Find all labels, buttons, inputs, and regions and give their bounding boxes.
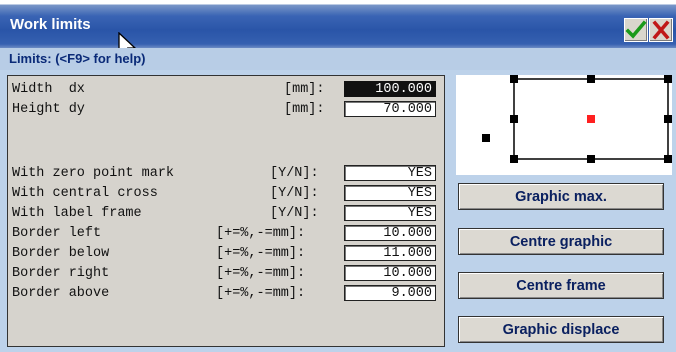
central-cross-input[interactable]: YES (344, 185, 436, 201)
handle-top-center[interactable] (587, 75, 595, 83)
handle-bottom-right[interactable] (664, 155, 672, 163)
field-border-left: Border left [+=%,-=mm]: 10.000 (8, 224, 444, 244)
height-input[interactable]: 70.000 (344, 101, 436, 117)
border-left-input[interactable]: 10.000 (344, 225, 436, 241)
help-hint: Limits: (<F9> for help) (9, 51, 146, 66)
field-height: Height dy [mm]: 70.000 (8, 100, 444, 120)
limits-form: Width dx [mm]: 100.000 Height dy [mm]: 7… (7, 75, 445, 347)
field-label: With zero point mark (12, 166, 175, 181)
field-zero-point-mark: With zero point mark [Y/N]: YES (8, 164, 444, 184)
zero-point-mark-input[interactable]: YES (344, 165, 436, 181)
field-border-right: Border right [+=%,-=mm]: 10.000 (8, 264, 444, 284)
dialog-body: Width dx [mm]: 100.000 Height dy [mm]: 7… (0, 70, 676, 352)
frame-preview (456, 75, 672, 175)
center-marker[interactable] (587, 115, 595, 123)
field-border-above: Border above [+=%,-=mm]: 9.000 (8, 284, 444, 304)
field-label: Height dy (12, 102, 85, 117)
help-hint-bar: Limits: (<F9> for help) (0, 48, 676, 70)
graphic-displace-button[interactable]: Graphic displace (458, 316, 664, 343)
centre-frame-button[interactable]: Centre frame (458, 272, 664, 299)
handle-top-left[interactable] (510, 75, 518, 83)
field-unit: [Y/N]: (270, 186, 319, 201)
centre-graphic-button[interactable]: Centre graphic (458, 228, 664, 255)
handle-bottom-center[interactable] (587, 155, 595, 163)
title-bar[interactable]: Work limits (0, 0, 676, 60)
field-label: Width dx (12, 82, 85, 97)
frame-preview-graphic (482, 75, 672, 163)
field-label-frame: With label frame [Y/N]: YES (8, 204, 444, 224)
label-frame-input[interactable]: YES (344, 205, 436, 221)
field-unit: [mm]: (284, 82, 325, 97)
field-unit: [+=%,-=mm]: (216, 286, 306, 301)
field-central-cross: With central cross [Y/N]: YES (8, 184, 444, 204)
field-border-below: Border below [+=%,-=mm]: 11.000 (8, 244, 444, 264)
width-input[interactable]: 100.000 (344, 81, 436, 97)
handle-top-right[interactable] (664, 75, 672, 83)
field-unit: [mm]: (284, 102, 325, 117)
border-below-input[interactable]: 11.000 (344, 245, 436, 261)
field-label: With label frame (12, 206, 142, 221)
window-title: Work limits (10, 16, 91, 33)
field-unit: [Y/N]: (270, 166, 319, 181)
field-label: Border right (12, 266, 110, 281)
field-unit: [Y/N]: (270, 206, 319, 221)
field-label: Border above (12, 286, 110, 301)
field-label: With central cross (12, 186, 158, 201)
border-right-input[interactable]: 10.000 (344, 265, 436, 281)
zero-point-marker[interactable] (482, 134, 490, 142)
work-limits-dialog: Work limits Limits: (<F9> for help) Widt… (0, 0, 676, 352)
field-label: Border left (12, 226, 102, 241)
border-above-input[interactable]: 9.000 (344, 285, 436, 301)
field-unit: [+=%,-=mm]: (216, 246, 306, 261)
graphic-max-button[interactable]: Graphic max. (458, 183, 664, 210)
field-width: Width dx [mm]: 100.000 (8, 80, 444, 100)
close-button[interactable] (649, 18, 673, 42)
handle-middle-right[interactable] (664, 115, 672, 123)
ok-button[interactable] (624, 18, 648, 42)
field-unit: [+=%,-=mm]: (216, 226, 306, 241)
field-label: Border below (12, 246, 110, 261)
close-icon (652, 20, 670, 40)
field-unit: [+=%,-=mm]: (216, 266, 306, 281)
handle-middle-left[interactable] (510, 115, 518, 123)
checkmark-icon (625, 20, 647, 39)
handle-bottom-left[interactable] (510, 155, 518, 163)
